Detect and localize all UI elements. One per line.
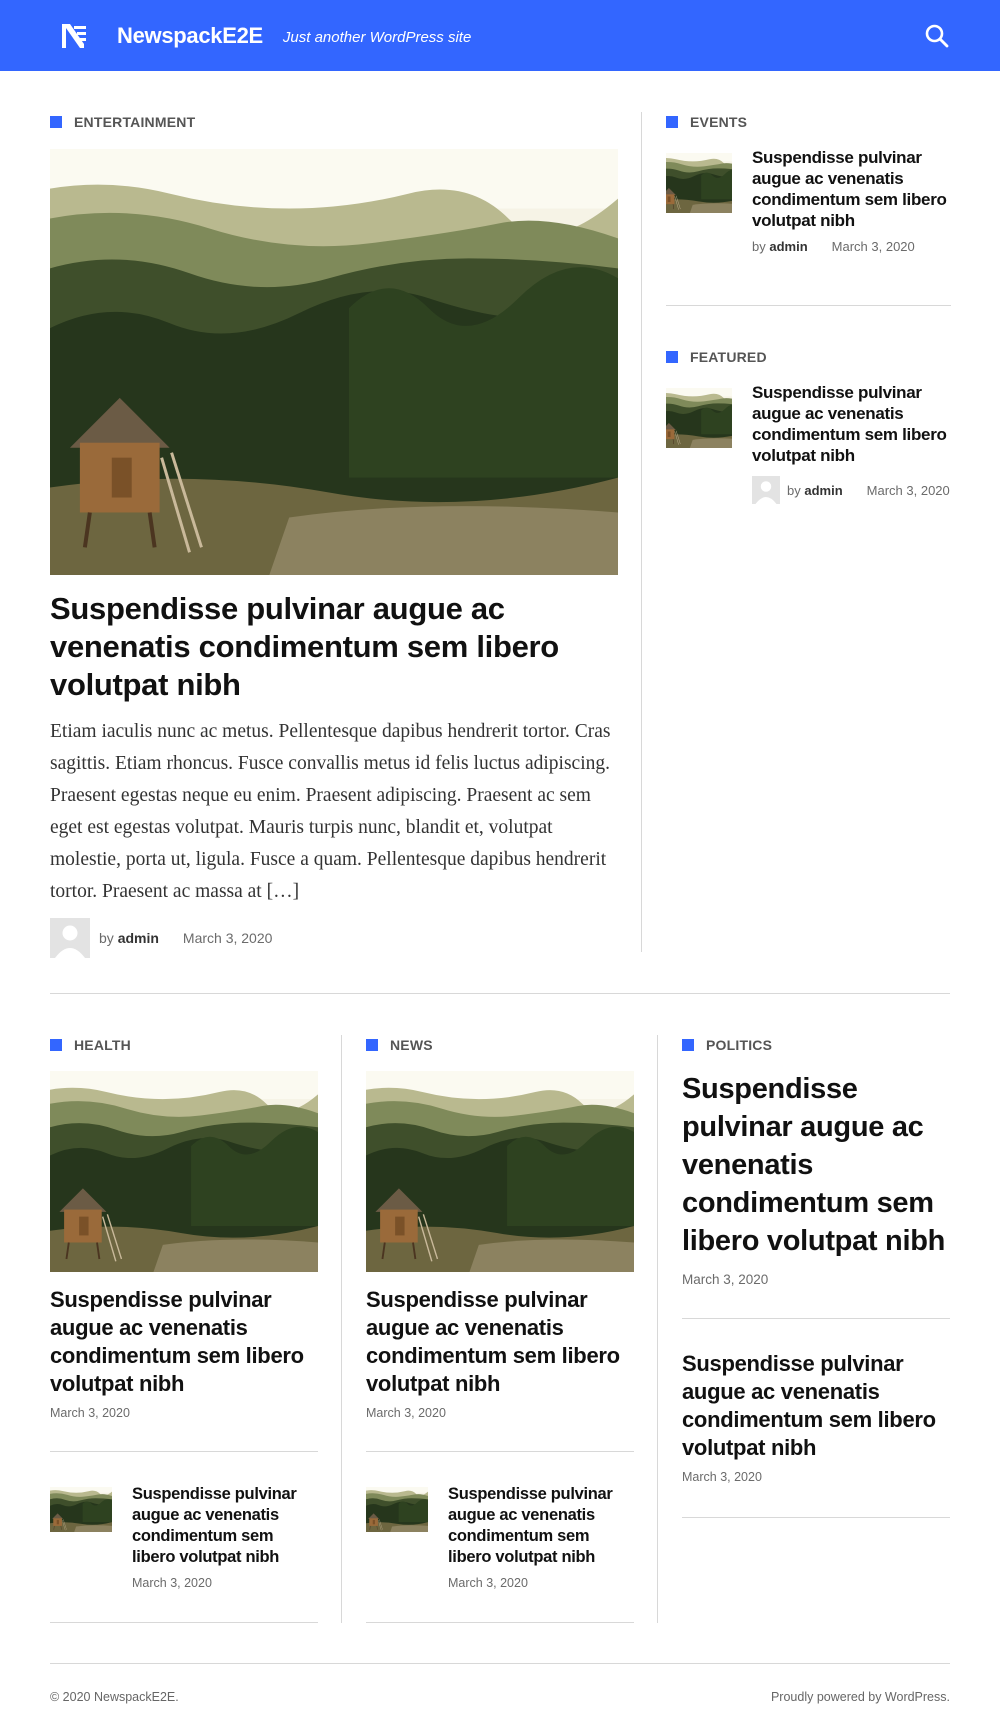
category-square-icon <box>50 116 62 128</box>
section-divider <box>50 993 950 994</box>
article-title[interactable]: Suspendisse pulvinar augue ac venenatis … <box>752 382 951 466</box>
category-square-icon <box>666 116 678 128</box>
featured-section: FEATURED Suspendisse pulvinar augue ac v… <box>666 349 951 504</box>
newspack-logo-icon[interactable] <box>60 22 88 50</box>
category-square-icon <box>666 351 678 363</box>
article-title[interactable]: Suspendisse pulvinar augue ac venenatis … <box>366 1286 634 1398</box>
article-date: March 3, 2020 <box>366 1406 446 1420</box>
list-item: Suspendisse pulvinar augue ac venenatis … <box>666 382 951 504</box>
category-label[interactable]: POLITICS <box>682 1037 950 1053</box>
site-title[interactable]: NewspackE2E <box>117 23 263 49</box>
thumbnail-image[interactable] <box>666 153 732 213</box>
article-date: March 3, 2020 <box>132 1576 212 1590</box>
featured-image[interactable] <box>50 1071 318 1272</box>
category-label[interactable]: ENTERTAINMENT <box>50 114 618 130</box>
divider <box>682 1318 950 1319</box>
article-meta: by admin March 3, 2020 <box>752 476 951 504</box>
column-divider <box>657 1035 658 1623</box>
column-divider <box>641 112 642 952</box>
article-date: March 3, 2020 <box>831 239 915 254</box>
byline: by admin <box>99 930 159 946</box>
copyright-text: © 2020 NewspackE2E. <box>50 1690 179 1704</box>
article-date: March 3, 2020 <box>50 1406 130 1420</box>
byline-prefix: by <box>787 482 801 498</box>
article-date: March 3, 2020 <box>448 1576 528 1590</box>
list-item: Suspendisse pulvinar augue ac venenatis … <box>50 1484 318 1590</box>
events-section: EVENTS Suspendisse pulvinar augue ac ven… <box>666 114 951 254</box>
article-title[interactable]: Suspendisse pulvinar augue ac venenatis … <box>682 1070 950 1260</box>
thumbnail-image[interactable] <box>366 1487 428 1532</box>
author-link[interactable]: admin <box>769 239 807 254</box>
list-item: Suspendisse pulvinar augue ac venenatis … <box>682 1350 950 1484</box>
category-square-icon <box>50 1039 62 1051</box>
divider <box>366 1622 634 1623</box>
category-square-icon <box>682 1039 694 1051</box>
divider <box>366 1451 634 1452</box>
article-title[interactable]: Suspendisse pulvinar augue ac venenatis … <box>132 1484 318 1568</box>
footer-divider <box>50 1663 950 1664</box>
category-name: POLITICS <box>706 1037 773 1053</box>
list-item: Suspendisse pulvinar augue ac venenatis … <box>366 1484 634 1590</box>
article-date: March 3, 2020 <box>682 1470 762 1484</box>
article-date: March 3, 2020 <box>182 930 273 946</box>
list-item: Suspendisse pulvinar augue ac venenatis … <box>666 147 951 254</box>
article-meta: by admin March 3, 2020 <box>752 239 951 254</box>
featured-image[interactable] <box>50 149 618 575</box>
category-name: FEATURED <box>690 349 767 365</box>
byline: by admin <box>752 239 808 254</box>
author-avatar[interactable] <box>50 918 90 958</box>
article-title[interactable]: Suspendisse pulvinar augue ac venenatis … <box>50 1286 318 1398</box>
divider <box>50 1622 318 1623</box>
category-label[interactable]: NEWS <box>366 1037 634 1053</box>
divider <box>682 1517 950 1518</box>
article-meta: by admin March 3, 2020 <box>50 918 618 958</box>
category-label[interactable]: FEATURED <box>666 349 951 365</box>
powered-by-link[interactable]: Proudly powered by WordPress. <box>771 1690 950 1704</box>
health-section: HEALTH Suspendisse pulvinar augue ac ven… <box>50 1037 318 1420</box>
article-title[interactable]: Suspendisse pulvinar augue ac venenatis … <box>448 1484 634 1568</box>
article-date: March 3, 2020 <box>682 1272 769 1287</box>
politics-section: POLITICS Suspendisse pulvinar augue ac v… <box>682 1037 950 1287</box>
site-footer: © 2020 NewspackE2E. Proudly powered by W… <box>50 1690 950 1704</box>
category-name: ENTERTAINMENT <box>74 114 196 130</box>
divider <box>50 1451 318 1452</box>
divider <box>666 305 951 306</box>
column-divider <box>341 1035 342 1623</box>
news-section: NEWS Suspendisse pulvinar augue ac venen… <box>366 1037 634 1420</box>
site-tagline: Just another WordPress site <box>282 28 472 46</box>
top-main-article: ENTERTAINMENT Suspendisse pulvinar augue… <box>50 114 618 958</box>
featured-image[interactable] <box>366 1071 634 1272</box>
byline-prefix: by <box>752 239 766 254</box>
author-link[interactable]: admin <box>118 930 159 946</box>
thumbnail-image[interactable] <box>666 388 732 448</box>
thumbnail-image[interactable] <box>50 1487 112 1532</box>
article-title[interactable]: Suspendisse pulvinar augue ac venenatis … <box>50 590 618 704</box>
article-date: March 3, 2020 <box>866 482 950 498</box>
category-name: NEWS <box>390 1037 433 1053</box>
category-label[interactable]: EVENTS <box>666 114 951 130</box>
author-avatar[interactable] <box>752 476 780 504</box>
category-name: HEALTH <box>74 1037 131 1053</box>
site-header: NewspackE2E Just another WordPress site <box>0 0 1000 71</box>
byline-prefix: by <box>99 930 114 946</box>
byline: by admin <box>787 483 843 498</box>
article-excerpt: Etiam iaculis nunc ac metus. Pellentesqu… <box>50 721 611 902</box>
search-icon[interactable] <box>924 23 950 49</box>
category-square-icon <box>366 1039 378 1051</box>
category-label[interactable]: HEALTH <box>50 1037 318 1053</box>
article-title[interactable]: Suspendisse pulvinar augue ac venenatis … <box>752 147 951 231</box>
author-link[interactable]: admin <box>804 483 842 498</box>
category-name: EVENTS <box>690 114 748 130</box>
article-title[interactable]: Suspendisse pulvinar augue ac venenatis … <box>682 1350 950 1462</box>
